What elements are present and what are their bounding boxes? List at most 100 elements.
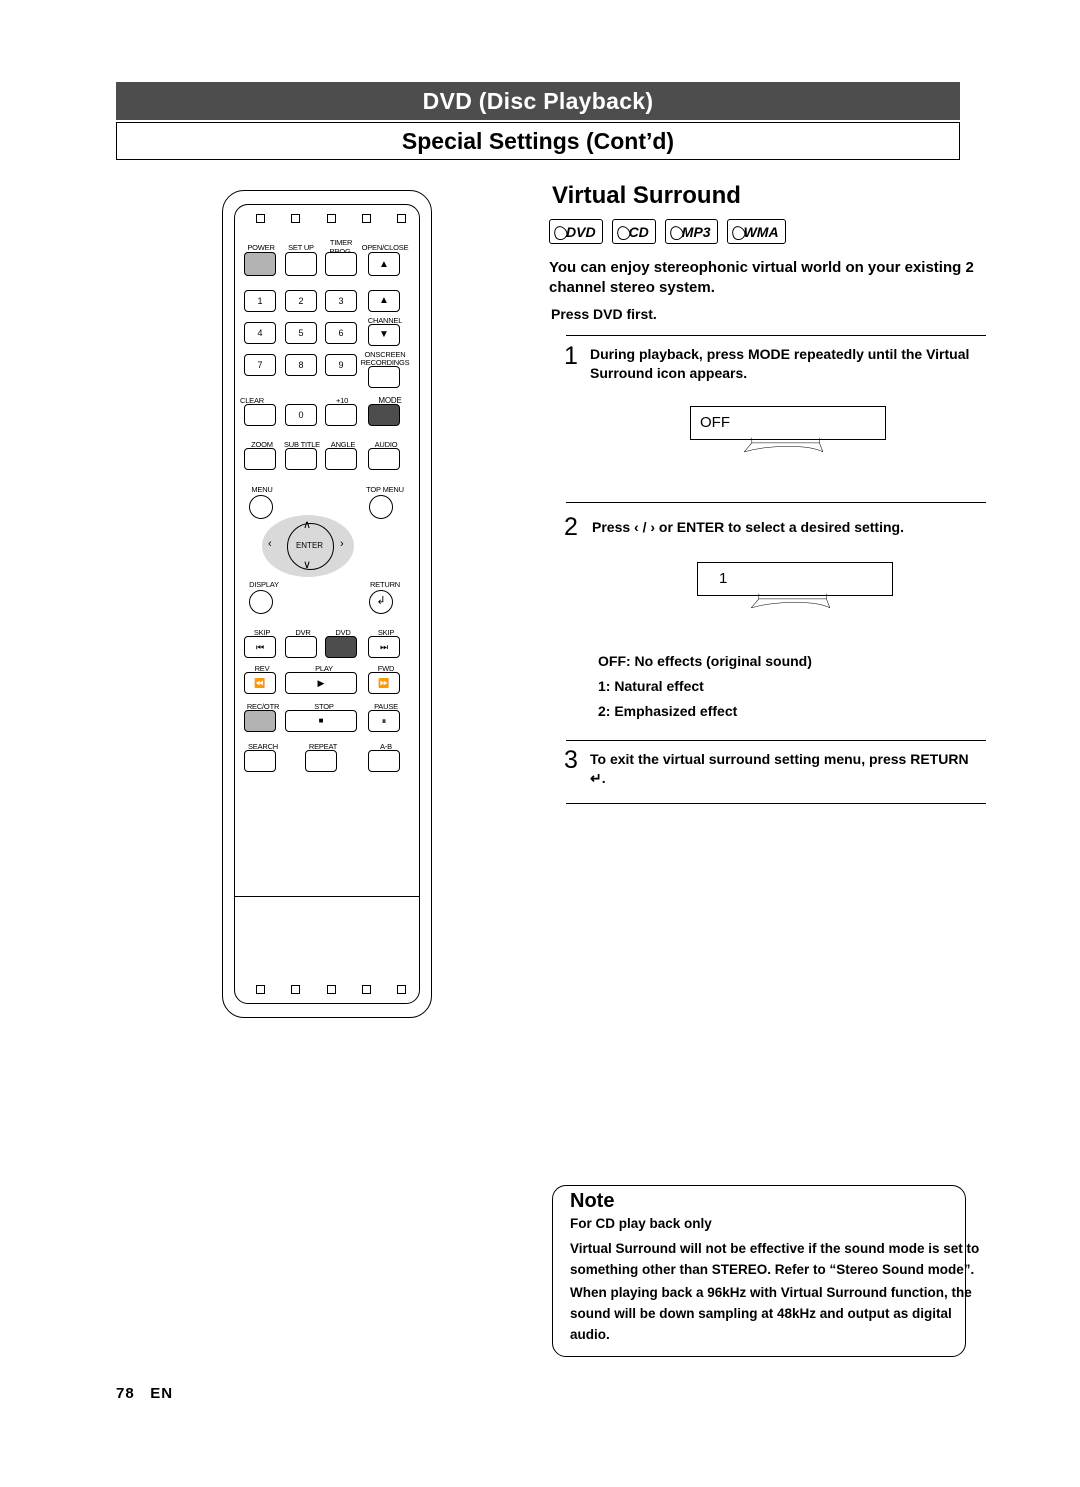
- number-8-button[interactable]: 8: [285, 354, 317, 376]
- setup-button[interactable]: [285, 252, 317, 276]
- onscreen-recordings-button[interactable]: [368, 366, 400, 388]
- dot: [326, 985, 336, 994]
- plus10-button[interactable]: [325, 404, 357, 426]
- page-language: EN: [150, 1385, 174, 1402]
- label-top-menu: TOP MENU: [366, 485, 404, 494]
- power-button[interactable]: [244, 252, 276, 276]
- skip-forward-button[interactable]: ⏭: [368, 636, 400, 658]
- page-footer: 78 EN: [116, 1385, 173, 1402]
- dot: [291, 214, 301, 223]
- logo-wma: WMA: [726, 219, 786, 244]
- skip-back-icon: ⏮: [255, 642, 265, 652]
- zoom-button[interactable]: [244, 448, 276, 470]
- remote-bottom-dots: [256, 985, 406, 994]
- number-2-button[interactable]: 2: [285, 290, 317, 312]
- osd-value-2: 1: [719, 570, 728, 587]
- osd-value-1: OFF: [700, 414, 730, 431]
- dot: [256, 985, 265, 994]
- pause-button[interactable]: ⏸: [368, 710, 400, 732]
- skip-forward-icon: ⏭: [379, 642, 389, 652]
- osd-display-1: OFF: [690, 406, 900, 464]
- fast-forward-icon: ⏩: [378, 678, 390, 688]
- search-button[interactable]: [244, 750, 276, 772]
- note-subtitle: For CD play back only: [570, 1216, 712, 1231]
- divider-2: [566, 502, 986, 503]
- number-4-label: 4: [257, 328, 263, 338]
- number-7-label: 7: [257, 360, 263, 370]
- dot: [326, 214, 336, 223]
- label-setup: SET UP: [288, 243, 314, 252]
- number-9-label: 9: [338, 360, 344, 370]
- channel-down-button[interactable]: ▼: [368, 324, 400, 346]
- format-logo-row: DVD CD MP3 WMA: [549, 219, 786, 244]
- dot: [361, 214, 371, 223]
- timer-prog-button[interactable]: [325, 252, 357, 276]
- skip-back-button[interactable]: ⏮: [244, 636, 276, 658]
- number-2-label: 2: [298, 296, 304, 306]
- chevron-down-icon: ▼: [379, 329, 389, 340]
- audio-button[interactable]: [368, 448, 400, 470]
- subtitle-button[interactable]: [285, 448, 317, 470]
- note-title: Note: [570, 1190, 615, 1212]
- number-4-button[interactable]: 4: [244, 322, 276, 344]
- option-emphasized: 2: Emphasized effect: [598, 703, 738, 719]
- note-line-2: When playing back a 96kHz with Virtual S…: [570, 1285, 972, 1342]
- step-2-number: 2: [564, 513, 578, 541]
- number-9-button[interactable]: 9: [325, 354, 357, 376]
- step-1-text: During playback, press MODE repeatedly u…: [590, 346, 970, 381]
- page-header-title: DVD (Disc Playback): [422, 88, 654, 114]
- dpad-down-icon[interactable]: ∨: [303, 558, 311, 571]
- dpad-left-icon[interactable]: ‹: [268, 538, 272, 550]
- dpad-right-icon[interactable]: ›: [340, 538, 344, 550]
- press-dvd-first-text: Press DVD first.: [551, 306, 657, 322]
- angle-button[interactable]: [325, 448, 357, 470]
- repeat-button[interactable]: [305, 750, 337, 772]
- section-title: Virtual Surround: [552, 182, 741, 209]
- record-button[interactable]: [244, 710, 276, 732]
- number-7-button[interactable]: 7: [244, 354, 276, 376]
- dot: [256, 214, 265, 223]
- step-1-number: 1: [564, 342, 578, 370]
- mode-button-highlight[interactable]: [368, 404, 400, 426]
- step-3-number: 3: [564, 746, 578, 774]
- number-0-label: 0: [298, 410, 304, 420]
- pause-icon: ⏸: [381, 716, 387, 726]
- display-button[interactable]: [249, 590, 273, 614]
- dvr-button[interactable]: [285, 636, 317, 658]
- option-natural: 1: Natural effect: [598, 678, 704, 694]
- number-3-button[interactable]: 3: [325, 290, 357, 312]
- menu-button[interactable]: [249, 495, 273, 519]
- page-number: 78: [116, 1385, 135, 1402]
- logo-dvd: DVD: [549, 219, 603, 244]
- dot: [397, 985, 406, 994]
- label-display: DISPLAY: [249, 580, 279, 589]
- fast-forward-button[interactable]: ⏩: [368, 672, 400, 694]
- note-body: Virtual Surround will not be effective i…: [570, 1238, 990, 1347]
- logo-mp3: MP3: [664, 219, 718, 244]
- osd-shadow-2: [751, 593, 831, 609]
- number-6-button[interactable]: 6: [325, 322, 357, 344]
- label-timer: TIMER: [329, 238, 353, 247]
- return-button[interactable]: ↲: [369, 590, 393, 614]
- osd-shadow-1: [744, 437, 824, 453]
- number-1-button[interactable]: 1: [244, 290, 276, 312]
- label-return: RETURN: [369, 580, 401, 589]
- chevron-up-icon: ▲: [379, 295, 389, 306]
- ab-repeat-button[interactable]: [368, 750, 400, 772]
- dot: [361, 985, 371, 994]
- open-close-button[interactable]: ▲: [368, 252, 400, 276]
- dvd-button-highlight[interactable]: [325, 636, 357, 658]
- number-0-button[interactable]: 0: [285, 404, 317, 426]
- stop-button[interactable]: ■: [285, 710, 357, 732]
- stop-icon: ■: [318, 716, 324, 725]
- top-menu-button[interactable]: [369, 495, 393, 519]
- rewind-button[interactable]: ⏪: [244, 672, 276, 694]
- play-button[interactable]: ▶: [285, 672, 357, 694]
- clear-button[interactable]: [244, 404, 276, 426]
- channel-up-button[interactable]: ▲: [368, 290, 400, 312]
- number-5-button[interactable]: 5: [285, 322, 317, 344]
- osd-display-2: 1: [697, 562, 907, 620]
- divider-1: [566, 335, 986, 336]
- step-3-text: To exit the virtual surround setting men…: [590, 751, 969, 786]
- dpad-up-icon[interactable]: ∧: [303, 518, 311, 531]
